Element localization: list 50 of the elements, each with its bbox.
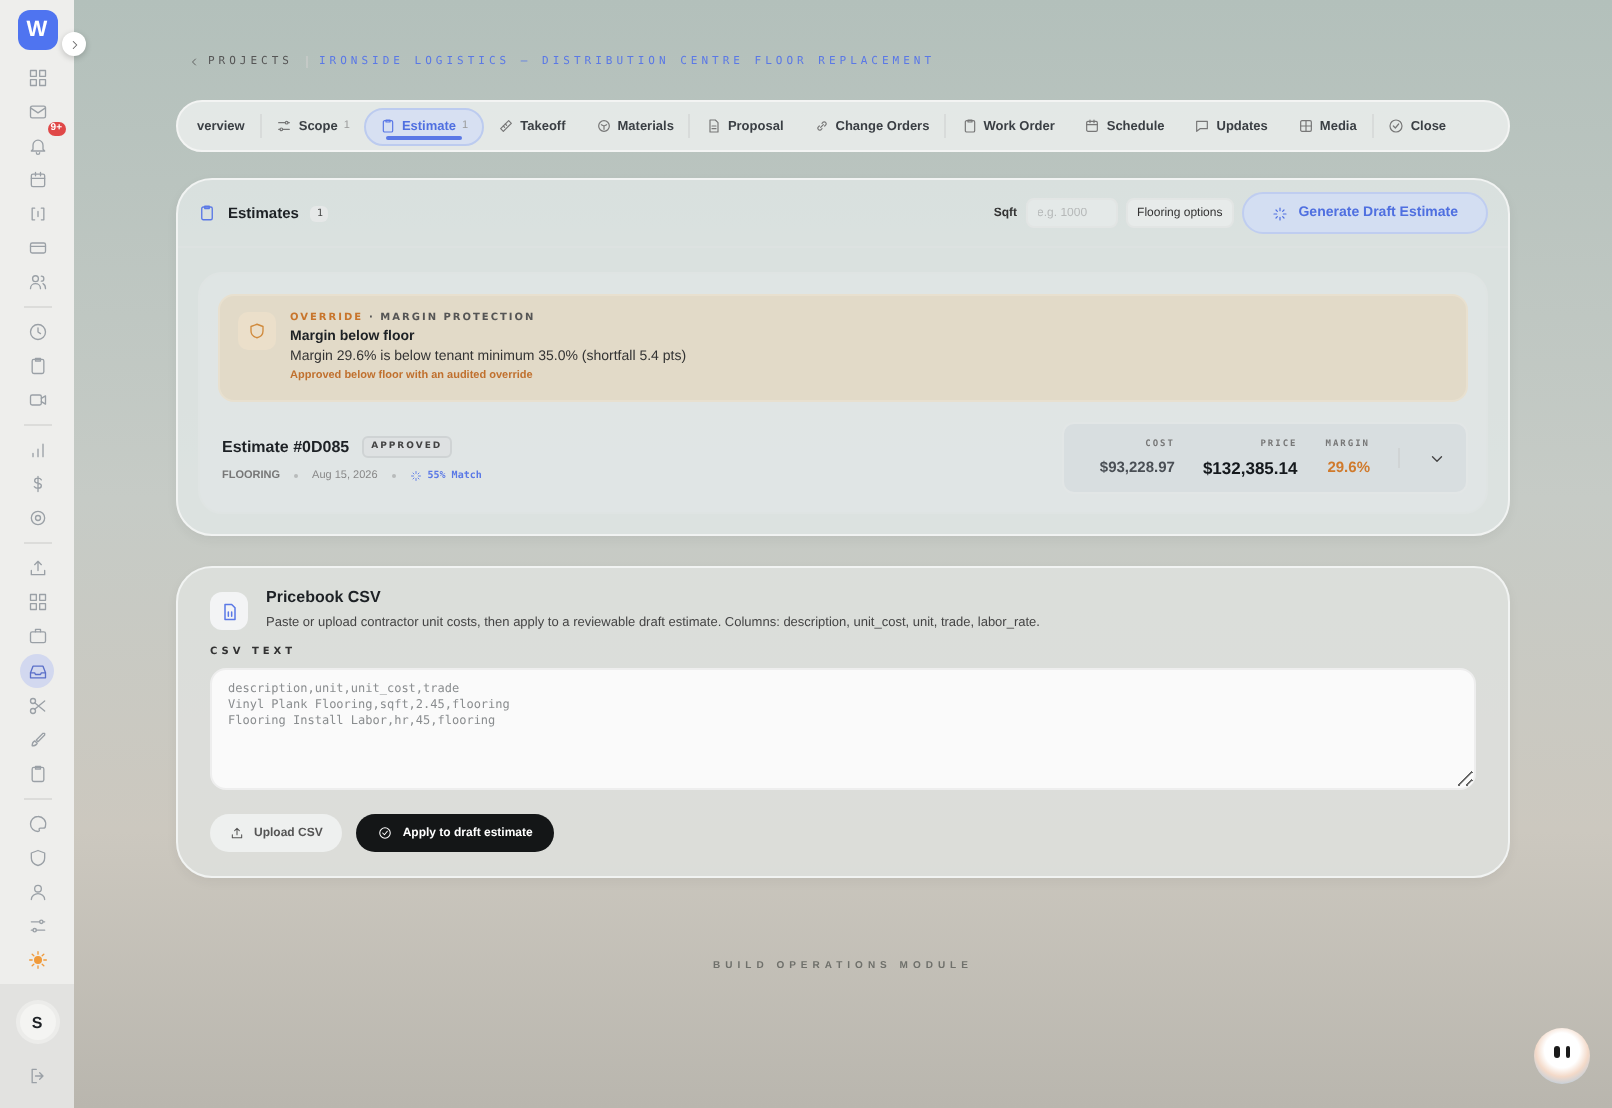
scissors-icon [27,696,47,716]
expand-sidebar-button[interactable] [62,32,86,56]
shield-icon [27,848,47,868]
logout-icon [27,1066,47,1086]
sparkle-icon [1272,205,1289,221]
sidebar-nav-button[interactable] [20,654,54,688]
clipboard-icon [198,204,216,222]
sun-icon [27,950,47,970]
estimate-title: Estimate #0D085 [222,437,350,455]
sparkle-icon [409,469,422,481]
sliders-icon [27,916,47,936]
calendar-icon [1084,118,1101,134]
ruler-icon [498,118,515,134]
video-icon [27,390,47,410]
clipboard-icon [27,764,47,784]
clipboard-icon [379,118,396,134]
chevron-right-icon [67,37,81,51]
document-icon [705,118,722,134]
inbox-icon [27,661,47,681]
image-icon [1297,118,1314,134]
grid-icon [27,68,47,88]
assistant-bubble-icon[interactable] [1534,1028,1590,1084]
clipboard-icon [27,356,47,376]
briefcase-icon [27,626,47,646]
grid-icon [27,592,47,612]
people-icon [27,272,47,292]
calendar-icon [27,170,47,190]
user-avatar[interactable]: S [19,1004,55,1040]
bar-chart-icon [27,440,47,460]
card-icon [27,238,47,258]
check-circle-icon [378,826,393,840]
sliders-icon [276,118,293,134]
upload-icon [230,826,244,840]
mail-icon [27,102,47,122]
upload-icon [27,558,47,578]
panel-title: Pricebook CSV [266,588,383,606]
chat-icon [1194,118,1211,134]
bell-icon [27,136,47,156]
stat-value: $132,385.14 [1202,457,1298,477]
file-icon [219,601,239,621]
check-circle-icon [1388,118,1405,134]
link-icon [813,118,830,134]
clock-icon [27,322,47,342]
chevron-left-icon [188,56,200,68]
clipboard-icon [961,118,978,134]
shield-icon [248,322,266,340]
brackets-icon [27,204,47,224]
palette-icon [27,814,47,834]
person-icon [27,882,47,902]
app-logo[interactable]: W [17,10,57,50]
